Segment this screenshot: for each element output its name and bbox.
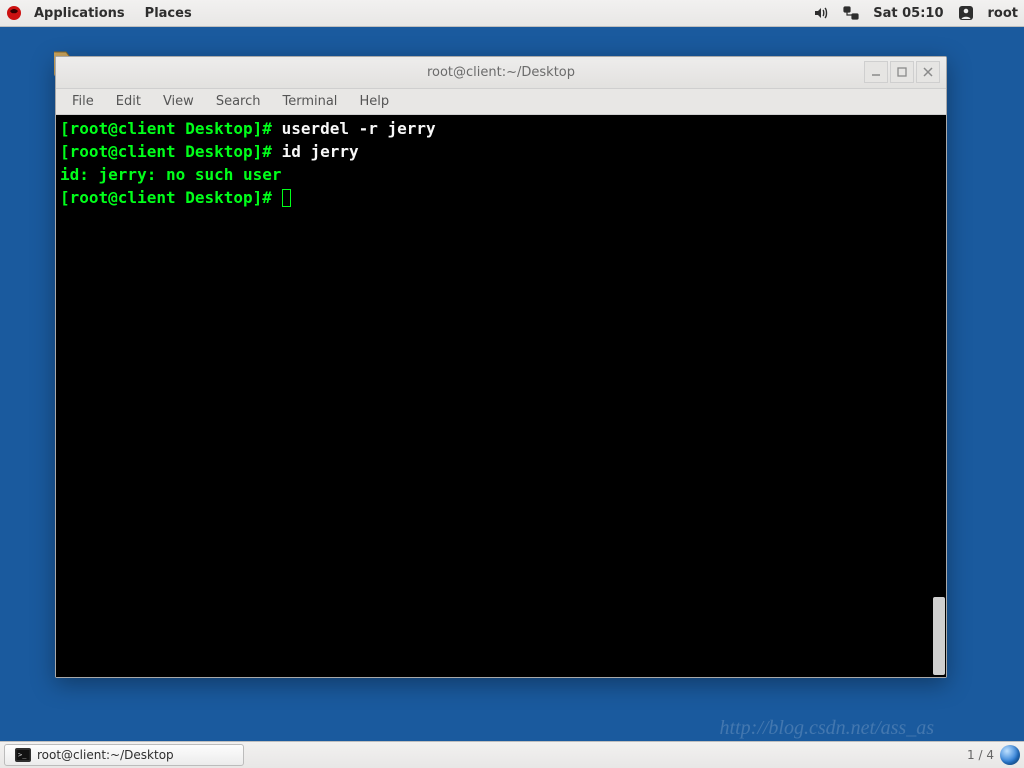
applications-menu[interactable]: Applications <box>26 3 133 24</box>
window-controls <box>864 61 940 83</box>
terminal-window: root@client:~/Desktop File Edit View Sea… <box>55 56 947 678</box>
terminal-cursor <box>282 189 291 207</box>
top-panel-left: Applications Places <box>6 3 200 24</box>
svg-text:>_: >_ <box>18 751 27 759</box>
terminal-line: [root@client Desktop]# id jerry <box>60 140 942 163</box>
window-title: root@client:~/Desktop <box>427 65 575 80</box>
user-menu[interactable]: root <box>988 6 1019 21</box>
window-menubar: File Edit View Search Terminal Help <box>56 89 946 115</box>
watermark-text: http://blog.csdn.net/ass_as <box>720 717 934 740</box>
distro-logo-icon <box>6 5 22 21</box>
bottom-panel-right: 1 / 4 <box>967 745 1020 765</box>
volume-icon[interactable] <box>813 5 829 21</box>
menu-terminal[interactable]: Terminal <box>272 91 347 112</box>
scrollbar-thumb[interactable] <box>933 597 945 675</box>
terminal-prompt: [root@client Desktop]# <box>60 188 282 207</box>
workspace-indicator[interactable]: 1 / 4 <box>967 748 994 762</box>
maximize-button[interactable] <box>890 61 914 83</box>
bottom-panel: >_ root@client:~/Desktop 1 / 4 <box>0 741 1024 768</box>
terminal-body[interactable]: [root@client Desktop]# userdel -r jerry[… <box>56 115 946 677</box>
network-icon[interactable] <box>843 5 859 21</box>
places-menu[interactable]: Places <box>137 3 200 24</box>
minimize-button[interactable] <box>864 61 888 83</box>
close-button[interactable] <box>916 61 940 83</box>
taskbar-window-label: root@client:~/Desktop <box>37 748 174 762</box>
terminal-output: id: jerry: no such user <box>60 165 282 184</box>
terminal-prompt: [root@client Desktop]# <box>60 119 282 138</box>
terminal-command: id jerry <box>282 142 359 161</box>
taskbar-window-button[interactable]: >_ root@client:~/Desktop <box>4 744 244 766</box>
menu-file[interactable]: File <box>62 91 104 112</box>
window-titlebar[interactable]: root@client:~/Desktop <box>56 57 946 89</box>
menu-help[interactable]: Help <box>349 91 399 112</box>
terminal-prompt: [root@client Desktop]# <box>60 142 282 161</box>
terminal-line: [root@client Desktop]# userdel -r jerry <box>60 117 942 140</box>
terminal-icon: >_ <box>15 747 31 763</box>
show-desktop-icon[interactable] <box>1000 745 1020 765</box>
menu-search[interactable]: Search <box>206 91 271 112</box>
menu-view[interactable]: View <box>153 91 204 112</box>
terminal-command: userdel -r jerry <box>282 119 436 138</box>
terminal-line: id: jerry: no such user <box>60 163 942 186</box>
clock[interactable]: Sat 05:10 <box>873 6 943 21</box>
menu-edit[interactable]: Edit <box>106 91 151 112</box>
top-panel-right: Sat 05:10 root <box>813 5 1018 21</box>
terminal-line: [root@client Desktop]# <box>60 186 942 209</box>
top-panel: Applications Places Sat 05:10 root <box>0 0 1024 27</box>
user-status-icon[interactable] <box>958 5 974 21</box>
scrollbar-track[interactable] <box>932 115 946 677</box>
